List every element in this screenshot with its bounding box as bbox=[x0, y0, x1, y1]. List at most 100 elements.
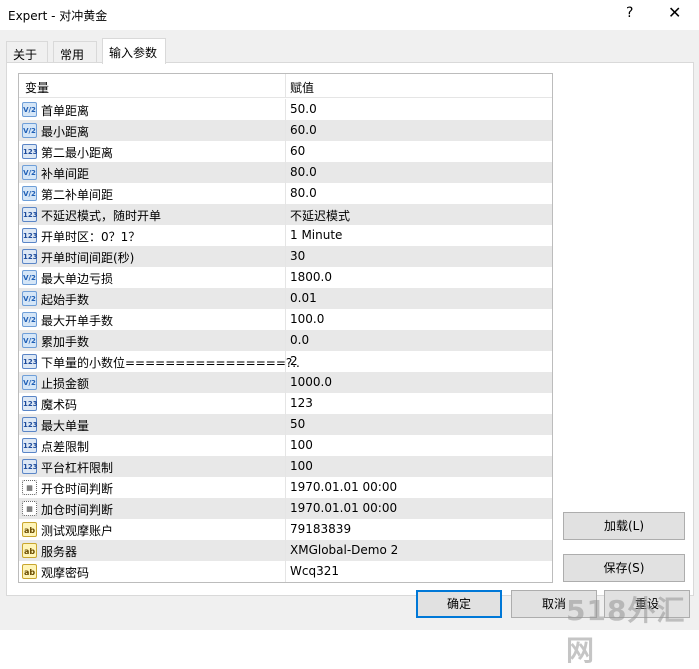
parameter-grid[interactable]: 变量 赋值 V/2 首单距离 50.0 V/2 最小距离 60.0 123 第二最小距离 60 V… bbox=[18, 73, 553, 583]
tab-common[interactable]: 常用 bbox=[53, 41, 97, 63]
row-value[interactable]: 1800.0 bbox=[290, 270, 332, 284]
table-row[interactable]: 123 开单时区：0？1？ 1 Minute bbox=[19, 225, 552, 246]
table-row[interactable]: 123 第二最小距离 60 bbox=[19, 141, 552, 162]
close-icon[interactable]: ✕ bbox=[668, 3, 681, 22]
header-value[interactable]: 赋值 bbox=[290, 79, 314, 96]
header-separator[interactable] bbox=[285, 74, 286, 98]
row-variable-name: 下单量的小数位================?.. bbox=[41, 356, 300, 370]
integer-type-icon: 123 bbox=[22, 249, 38, 264]
help-icon[interactable]: ? bbox=[626, 5, 633, 21]
table-row[interactable]: V/2 累加手数 0.0 bbox=[19, 330, 552, 351]
column-separator bbox=[285, 351, 286, 372]
row-value[interactable]: 80.0 bbox=[290, 165, 317, 179]
table-row[interactable]: V/2 起始手数 0.01 bbox=[19, 288, 552, 309]
row-value[interactable]: 不延迟模式 bbox=[290, 207, 350, 224]
row-value[interactable]: 60.0 bbox=[290, 123, 317, 137]
integer-type-icon: 123 bbox=[22, 396, 38, 411]
double-type-icon: V/2 bbox=[22, 375, 37, 390]
row-variable-name: 观摩密码 bbox=[41, 566, 90, 580]
table-row[interactable]: V/2 止损金额 1000.0 bbox=[19, 372, 552, 393]
table-row[interactable]: ab 观摩密码 Wcq321 bbox=[19, 561, 552, 582]
row-value[interactable]: 1970.01.01 00:00 bbox=[290, 480, 397, 494]
column-separator bbox=[285, 456, 286, 477]
table-row[interactable]: V/2 补单间距 80.0 bbox=[19, 162, 552, 183]
column-separator bbox=[285, 309, 286, 330]
row-value[interactable]: 100 bbox=[290, 438, 313, 452]
integer-type-icon: 123 bbox=[22, 144, 38, 159]
row-variable-name: 加仓时间判断 bbox=[41, 503, 114, 517]
row-variable-name: 点差限制 bbox=[41, 440, 90, 454]
table-row[interactable]: 123 平台杠杆限制 100 bbox=[19, 456, 552, 477]
column-separator bbox=[285, 498, 286, 519]
ok-button[interactable]: 确定 bbox=[416, 590, 502, 618]
row-value[interactable]: 1000.0 bbox=[290, 375, 332, 389]
integer-type-icon: 123 bbox=[22, 228, 38, 243]
row-value[interactable]: 1970.01.01 00:00 bbox=[290, 501, 397, 515]
row-value[interactable]: 80.0 bbox=[290, 186, 317, 200]
table-row[interactable]: 123 最大单量 50 bbox=[19, 414, 552, 435]
integer-type-icon: 123 bbox=[22, 354, 38, 369]
row-variable-name: 开仓时间判断 bbox=[41, 482, 114, 496]
row-variable-name: 最大单边亏损 bbox=[41, 272, 114, 286]
double-type-icon: V/2 bbox=[22, 270, 37, 285]
row-value[interactable]: 123 bbox=[290, 396, 313, 410]
table-row[interactable]: ab 服务器 XMGlobal-Demo 2 bbox=[19, 540, 552, 561]
column-separator bbox=[285, 141, 286, 162]
column-separator bbox=[285, 99, 286, 120]
integer-type-icon: 123 bbox=[22, 459, 38, 474]
column-separator bbox=[285, 120, 286, 141]
row-value[interactable]: 50 bbox=[290, 417, 305, 431]
table-row[interactable]: V/2 最大单边亏损 1800.0 bbox=[19, 267, 552, 288]
row-value[interactable]: 100 bbox=[290, 459, 313, 473]
table-row[interactable]: ▦ 开仓时间判断 1970.01.01 00:00 bbox=[19, 477, 552, 498]
double-type-icon: V/2 bbox=[22, 165, 37, 180]
title-bar: Expert - 对冲黄金 ? ✕ bbox=[0, 0, 699, 30]
row-variable-name: 服务器 bbox=[41, 545, 78, 559]
row-value[interactable]: 30 bbox=[290, 249, 305, 263]
table-row[interactable]: V/2 第二补单间距 80.0 bbox=[19, 183, 552, 204]
table-row[interactable]: ab 测试观摩账户 79183839 bbox=[19, 519, 552, 540]
table-row[interactable]: V/2 最小距离 60.0 bbox=[19, 120, 552, 141]
load-button[interactable]: 加载(L) bbox=[563, 512, 685, 540]
table-row[interactable]: 123 点差限制 100 bbox=[19, 435, 552, 456]
row-variable-name: 最大开单手数 bbox=[41, 314, 114, 328]
string-type-icon: ab bbox=[22, 522, 37, 537]
row-value[interactable]: Wcq321 bbox=[290, 564, 339, 578]
column-separator bbox=[285, 246, 286, 267]
row-value[interactable]: 0.0 bbox=[290, 333, 309, 347]
table-row[interactable]: 123 下单量的小数位================?.. 2 bbox=[19, 351, 552, 372]
row-variable-name: 测试观摩账户 bbox=[41, 524, 114, 538]
tab-inputs[interactable]: 输入参数 bbox=[102, 38, 166, 64]
table-row[interactable]: 123 开单时间间距(秒) 30 bbox=[19, 246, 552, 267]
table-row[interactable]: ▦ 加仓时间判断 1970.01.01 00:00 bbox=[19, 498, 552, 519]
row-value[interactable]: 60 bbox=[290, 144, 305, 158]
table-row[interactable]: 123 魔术码 123 bbox=[19, 393, 552, 414]
row-value[interactable]: XMGlobal-Demo 2 bbox=[290, 543, 398, 557]
column-separator bbox=[285, 414, 286, 435]
row-value[interactable]: 100.0 bbox=[290, 312, 324, 326]
row-value[interactable]: 50.0 bbox=[290, 102, 317, 116]
row-value[interactable]: 79183839 bbox=[290, 522, 351, 536]
integer-type-icon: 123 bbox=[22, 438, 38, 453]
string-type-icon: ab bbox=[22, 543, 37, 558]
header-variable[interactable]: 变量 bbox=[25, 79, 49, 96]
tab-inputs-label: 输入参数 bbox=[109, 46, 158, 60]
column-separator bbox=[285, 267, 286, 288]
table-row[interactable]: V/2 最大开单手数 100.0 bbox=[19, 309, 552, 330]
double-type-icon: V/2 bbox=[22, 123, 37, 138]
row-value[interactable]: 0.01 bbox=[290, 291, 317, 305]
save-button[interactable]: 保存(S) bbox=[563, 554, 685, 582]
row-variable-name: 第二最小距离 bbox=[41, 146, 114, 160]
tab-about[interactable]: 关于 bbox=[6, 41, 48, 63]
row-variable-name: 止损金额 bbox=[41, 377, 90, 391]
double-type-icon: V/2 bbox=[22, 312, 37, 327]
column-separator bbox=[285, 435, 286, 456]
column-separator bbox=[285, 162, 286, 183]
row-value[interactable]: 2 bbox=[290, 354, 298, 368]
row-value[interactable]: 1 Minute bbox=[290, 228, 342, 242]
tab-about-label: 关于 bbox=[13, 48, 38, 62]
table-row[interactable]: 123 不延迟模式，随时开单 不延迟模式 bbox=[19, 204, 552, 225]
column-separator bbox=[285, 372, 286, 393]
table-row[interactable]: V/2 首单距离 50.0 bbox=[19, 99, 552, 120]
double-type-icon: V/2 bbox=[22, 291, 37, 306]
